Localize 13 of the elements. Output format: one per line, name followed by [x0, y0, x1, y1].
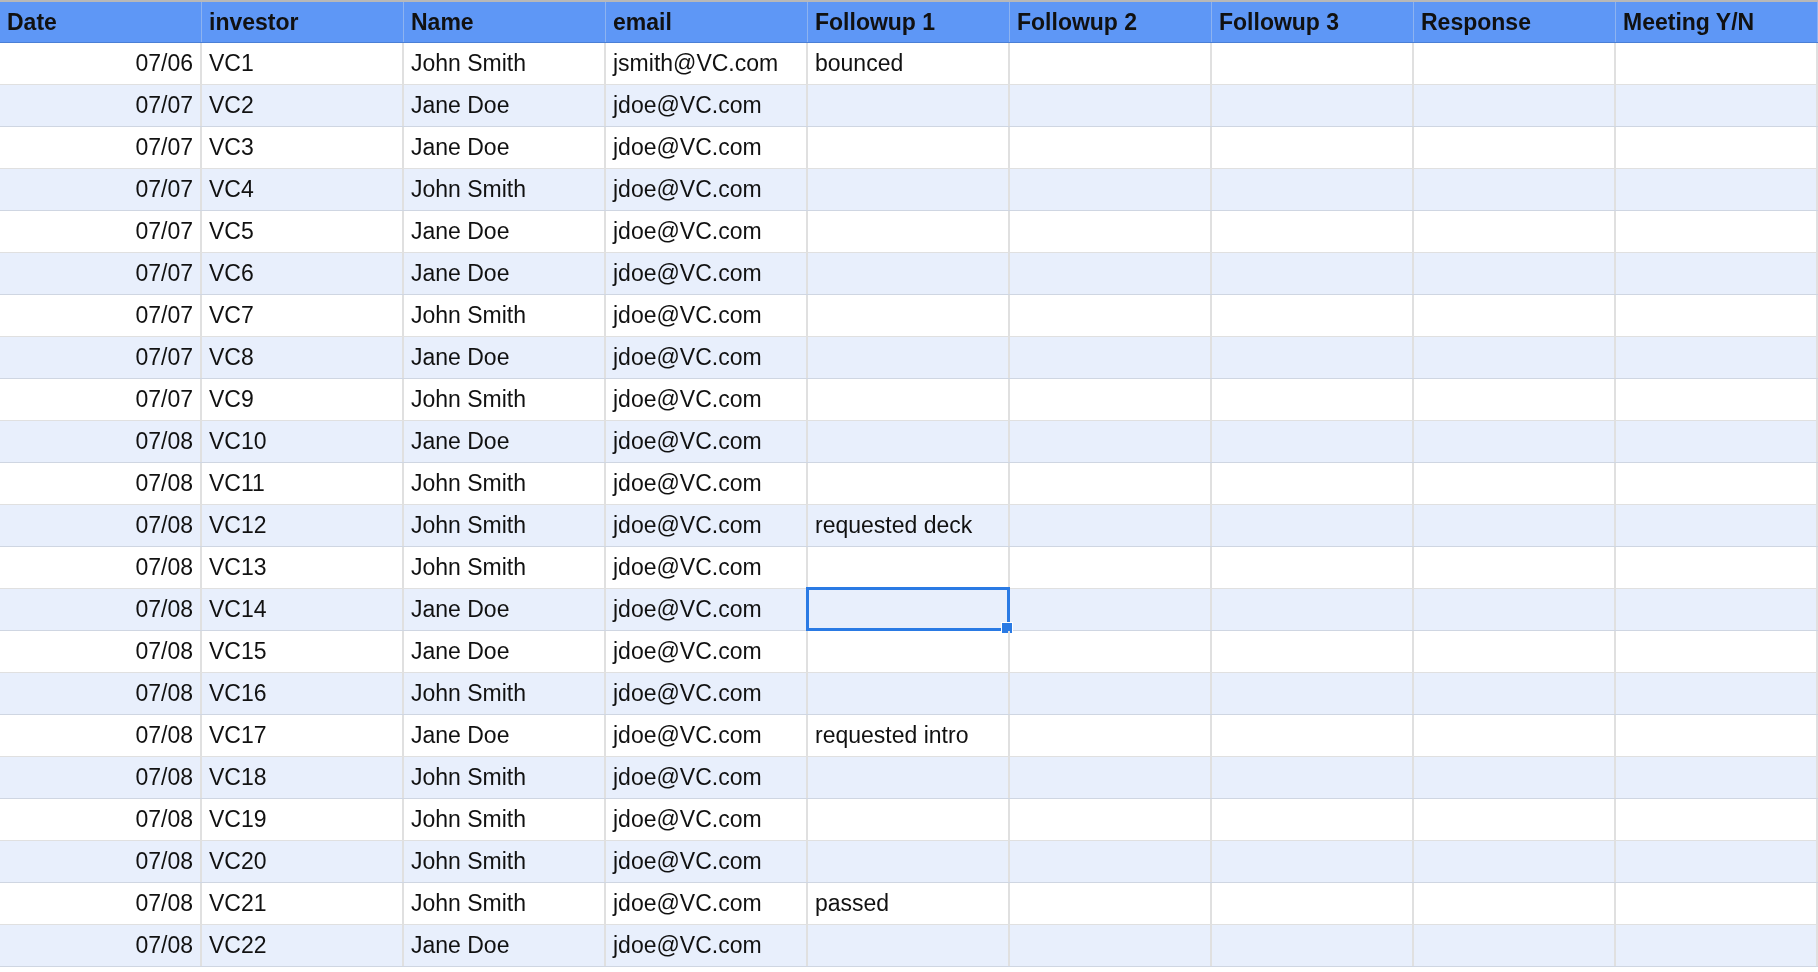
column-header[interactable]: Followup 3	[1212, 2, 1414, 42]
table-cell[interactable]: VC22	[202, 925, 404, 966]
table-cell[interactable]: 07/08	[0, 925, 202, 966]
column-header[interactable]: Followup 1	[808, 2, 1010, 42]
column-header[interactable]: investor	[202, 2, 404, 42]
column-header[interactable]: Meeting Y/N	[1616, 2, 1818, 42]
column-header[interactable]: Name	[404, 2, 606, 42]
column-header[interactable]: email	[606, 2, 808, 42]
table-cell[interactable]: Jane Doe	[404, 925, 606, 966]
column-header[interactable]: Date	[0, 2, 202, 42]
column-header[interactable]: Followup 2	[1010, 2, 1212, 42]
table-cell[interactable]: jdoe@VC.com	[606, 925, 808, 966]
column-header[interactable]: Response	[1414, 2, 1616, 42]
